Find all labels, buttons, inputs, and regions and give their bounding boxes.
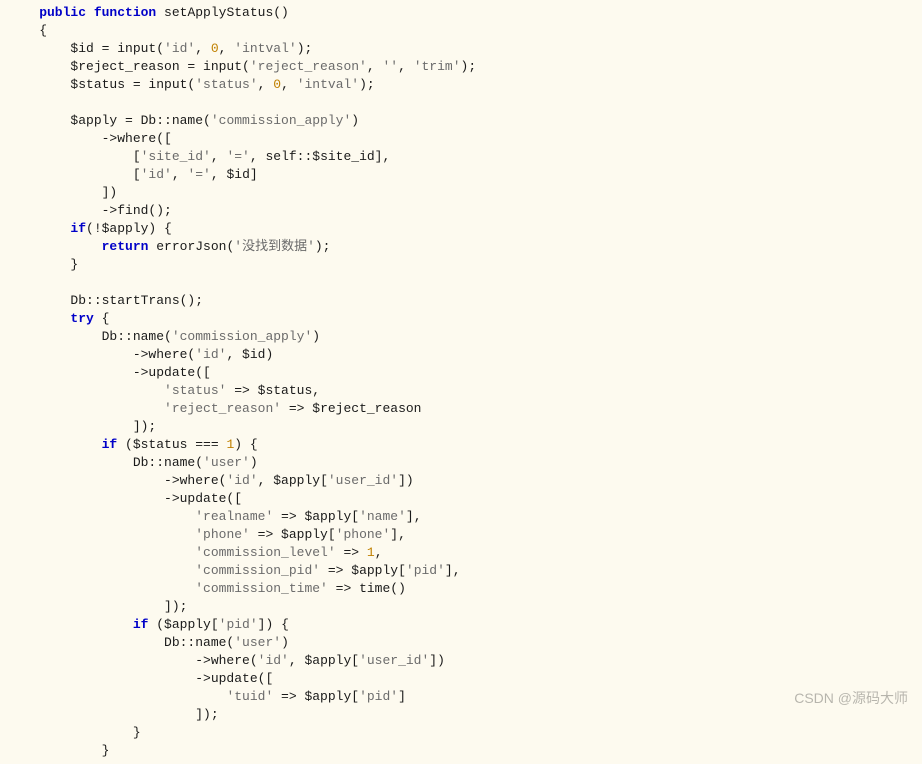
code-block: public function setApplyStatus() { $id =… <box>0 0 922 764</box>
